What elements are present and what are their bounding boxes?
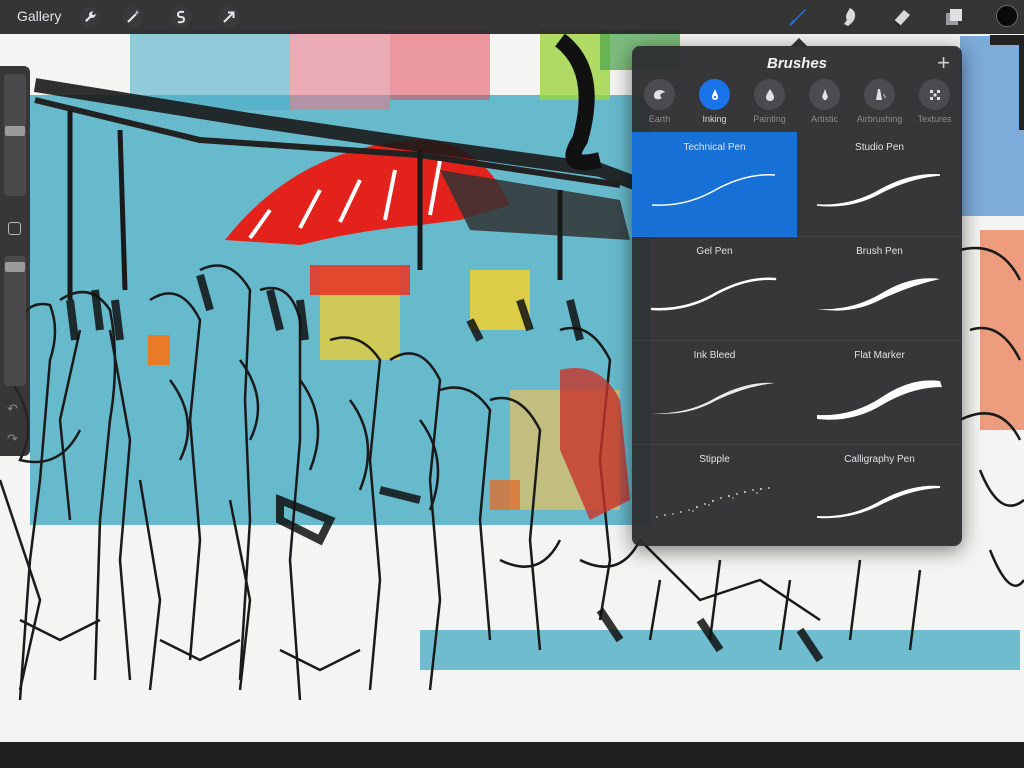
category-painting[interactable]: Painting xyxy=(742,79,797,131)
paint-drop-icon xyxy=(754,79,785,110)
eraser-icon[interactable] xyxy=(890,5,914,29)
brush-category-row: Earth Inking Painting Artistic Airbrushi… xyxy=(632,79,962,131)
brushes-panel: Brushes + Earth Inking Painting Artistic xyxy=(632,46,962,546)
brush-calligraphy-pen[interactable]: Calligraphy Pen xyxy=(797,444,962,546)
redo-icon[interactable]: ↷ xyxy=(7,431,18,447)
category-airbrushing[interactable]: Airbrushing xyxy=(852,79,907,131)
smudge-icon[interactable] xyxy=(838,5,862,29)
brush-stroke-preview xyxy=(650,277,777,311)
category-label: Airbrushing xyxy=(856,114,903,124)
selection-s-icon[interactable] xyxy=(169,5,193,29)
brush-name: Calligraphy Pen xyxy=(844,454,915,465)
brush-stroke-preview xyxy=(817,380,942,420)
top-toolbar: Gallery xyxy=(0,0,1024,34)
undo-icon[interactable]: ↶ xyxy=(7,401,18,417)
brush-name: Ink Bleed xyxy=(693,350,736,361)
brush-name: Brush Pen xyxy=(856,246,903,257)
color-picker-button[interactable] xyxy=(996,5,1018,27)
add-brush-button[interactable]: + xyxy=(937,50,950,76)
brush-brush-pen[interactable]: Brush Pen xyxy=(797,236,962,341)
category-label: Earth xyxy=(648,114,671,124)
brush-name: Gel Pen xyxy=(696,246,733,257)
brush-stroke-preview xyxy=(656,487,770,518)
category-label: Painting xyxy=(753,114,786,124)
left-sidebar: ↶ ↷ xyxy=(0,66,30,456)
opacity-thumb[interactable] xyxy=(5,262,25,272)
category-textures[interactable]: Textures xyxy=(907,79,962,131)
layers-icon[interactable] xyxy=(942,5,966,29)
brush-name: Flat Marker xyxy=(854,350,905,361)
modify-button[interactable] xyxy=(8,222,21,235)
brush-stroke-preview xyxy=(817,278,940,311)
nib-icon xyxy=(809,79,840,110)
magic-wand-icon[interactable] xyxy=(121,5,145,29)
brush-name: Technical Pen xyxy=(683,142,746,153)
brush-studio-pen[interactable]: Studio Pen xyxy=(797,132,962,237)
airbrush-icon xyxy=(864,79,895,110)
brush-size-thumb[interactable] xyxy=(5,126,25,136)
category-label: Textures xyxy=(917,114,952,124)
ink-drop-icon xyxy=(699,79,730,110)
brush-stipple[interactable]: Stipple xyxy=(632,444,797,546)
panel-title: Brushes xyxy=(766,55,828,72)
category-earth[interactable]: Earth xyxy=(632,79,687,131)
brush-stroke-preview xyxy=(652,382,775,414)
texture-icon xyxy=(919,79,950,110)
category-artistic[interactable]: Artistic xyxy=(797,79,852,131)
brush-gel-pen[interactable]: Gel Pen xyxy=(632,236,797,341)
opacity-slider[interactable] xyxy=(4,256,26,386)
earth-icon xyxy=(644,79,675,110)
brush-technical-pen[interactable]: Technical Pen xyxy=(632,132,797,237)
brush-name: Studio Pen xyxy=(855,142,904,153)
brush-name: Stipple xyxy=(699,454,730,465)
brush-stroke-preview xyxy=(651,174,776,206)
brush-stroke-preview xyxy=(816,485,941,519)
gallery-button[interactable]: Gallery xyxy=(17,8,61,24)
category-inking[interactable]: Inking xyxy=(687,79,742,131)
category-label: Artistic xyxy=(811,114,838,124)
category-label: Inking xyxy=(702,114,727,124)
wrench-icon[interactable] xyxy=(78,5,102,29)
brush-ink-bleed[interactable]: Ink Bleed xyxy=(632,340,797,445)
brush-flat-marker[interactable]: Flat Marker xyxy=(797,340,962,445)
brush-icon[interactable] xyxy=(786,5,810,29)
arrow-move-icon[interactable] xyxy=(217,5,241,29)
brush-stroke-preview xyxy=(816,174,941,207)
bottom-bar xyxy=(0,742,1024,768)
brush-size-slider[interactable] xyxy=(4,74,26,196)
